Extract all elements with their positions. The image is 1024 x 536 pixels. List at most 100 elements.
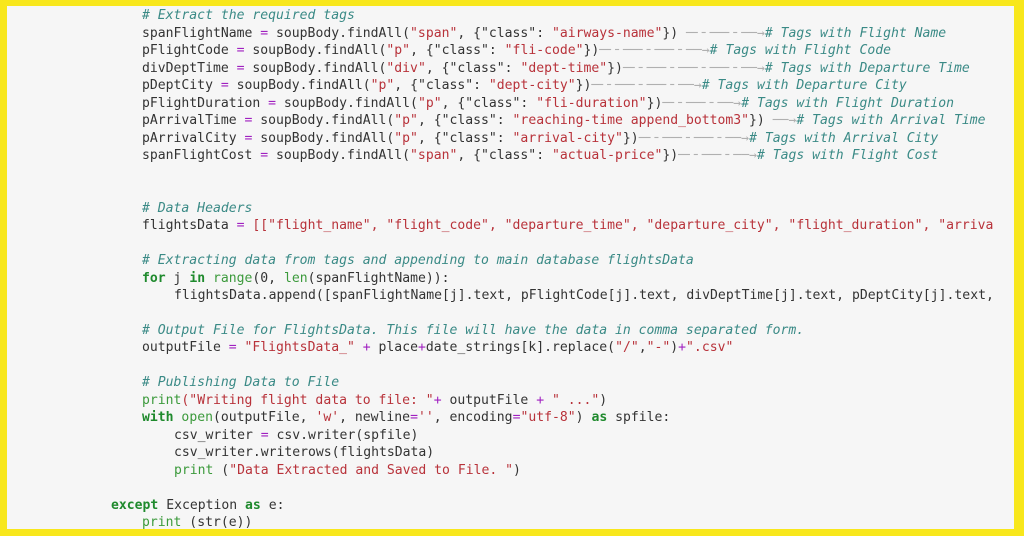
code-token: soupBody.findAll(	[276, 96, 418, 111]
code-token: soupBody.findAll(	[244, 61, 387, 76]
string-literal: "arrival-city"	[512, 131, 623, 146]
code-token: (	[213, 463, 230, 478]
string-literal: "fli-code"	[504, 43, 584, 58]
keyword: as	[591, 410, 608, 425]
code-token: )	[513, 463, 521, 478]
variable-name: outputFile	[142, 340, 229, 355]
code-token: csv_writer	[174, 428, 261, 443]
string-literal: " ..."	[544, 393, 600, 408]
comment-output: # Output File for FlightsData. This file…	[142, 322, 804, 339]
code-token: , {"class":	[410, 43, 505, 58]
operator: +	[417, 340, 426, 355]
comment-publishing: # Publishing Data to File	[142, 374, 339, 391]
print-saved-line: print ("Data Extracted and Saved to File…	[174, 462, 521, 479]
code-token: })	[622, 131, 639, 146]
code-token: j	[165, 271, 190, 286]
comment-extract: # Extract the required tags	[142, 7, 355, 24]
comment-extracting: # Extracting data from tags and appendin…	[142, 252, 694, 269]
keyword: as	[245, 498, 261, 513]
append-line: flightsData.append([spanFlightName[j].te…	[174, 287, 994, 304]
code-token: (spanFlightName)):	[307, 271, 450, 286]
keyword: for	[142, 271, 166, 286]
code-token: , newline	[339, 410, 411, 425]
string-literal: "p"	[417, 96, 442, 111]
builtin: print	[142, 515, 182, 529]
code-token: })	[662, 148, 679, 163]
tag-assignment-line: pArrivalCity = soupBody.findAll("p", {"c…	[142, 130, 938, 147]
builtin: len	[283, 271, 308, 286]
code-comment: # Tags with Arrival Time	[796, 113, 986, 128]
operator: =	[236, 43, 245, 58]
keyword: in	[189, 271, 206, 286]
code-token: , {"class":	[441, 96, 537, 111]
comment-headers: # Data Headers	[142, 200, 252, 217]
operator: =	[236, 61, 245, 76]
string-literal: "div"	[386, 61, 426, 76]
variable-name: pArrivalTime	[142, 113, 245, 128]
code-token: date_strings[k].replace(	[425, 340, 616, 355]
variable-name: spanFlightCost	[142, 148, 261, 163]
code-comment: # Tags with Departure Time	[764, 61, 970, 76]
for-line: for j in range(0, len(spanFlightName)):	[142, 270, 450, 287]
variable-name: divDeptTime	[142, 61, 237, 76]
tab-arrow: ─╴╴──╴╴──→	[678, 148, 757, 163]
with-line: with open(outputFile, 'w', newline='', e…	[142, 409, 670, 426]
code-token: (outputFile,	[212, 410, 316, 425]
code-token: outputFile	[441, 393, 537, 408]
string-literal: "-"	[646, 340, 671, 355]
variable-name: pDeptCity	[142, 78, 221, 93]
string-literal: "span"	[410, 26, 458, 41]
builtin: range	[205, 271, 253, 286]
string-literal: "Data Extracted and Saved to File. "	[229, 463, 513, 478]
code-token: soupBody.findAll(	[252, 113, 395, 128]
operator: =	[268, 96, 277, 111]
code-editor: # Extract the required tags spanFlightNam…	[7, 6, 1014, 529]
string-literal: "p"	[370, 78, 395, 93]
string-literal: "fli-duration"	[536, 96, 647, 111]
code-token: , {"class":	[417, 113, 513, 128]
operator: =	[410, 410, 418, 425]
print-line: print("Writing flight data to file: "+ o…	[142, 392, 607, 409]
string-literal: "p"	[394, 113, 418, 128]
code-token: ,	[638, 340, 647, 355]
operator: =	[236, 218, 245, 233]
operator: =	[260, 148, 269, 163]
tab-arrow: ─╴╴──╴╴──╴╴──→	[638, 131, 750, 146]
keyword: except	[111, 498, 159, 513]
code-token: , {"class":	[417, 131, 513, 146]
code-token: )	[670, 340, 679, 355]
variable-name: spanFlightName	[142, 26, 261, 41]
code-comment: # Tags with Flight Duration	[741, 96, 955, 111]
code-token: })	[662, 26, 679, 41]
string-literal: ("Writing flight data to file: "	[181, 393, 434, 408]
tag-assignment-line: spanFlightCost = soupBody.findAll("span"…	[142, 147, 938, 164]
string-literal: "FlightsData_"	[244, 340, 355, 355]
code-token: soupBody.findAll(	[252, 131, 395, 146]
code-token: , {"class":	[394, 78, 489, 93]
except-line: except Exception as e:	[111, 497, 284, 514]
tag-assignment-line: divDeptTime = soupBody.findAll("div", {"…	[142, 60, 970, 77]
code-token: flightsData.append([spanFlightName[j].te…	[174, 288, 994, 303]
string-literal: "p"	[386, 43, 411, 58]
code-token: csv_writer.writerows(flightsData)	[174, 445, 435, 460]
tab-arrow: ─╴╴──╴╴──→	[662, 96, 742, 111]
csv-writerows-line: csv_writer.writerows(flightsData)	[174, 444, 434, 461]
code-token: , {"class":	[457, 26, 552, 41]
operator: +	[536, 393, 545, 408]
operator: +	[678, 340, 687, 355]
code-token: )	[575, 410, 592, 425]
code-comment: # Tags with Departure City	[701, 78, 907, 93]
tag-assignment-line: pFlightDuration = soupBody.findAll("p", …	[142, 95, 954, 112]
csv-writer-line: csv_writer = csv.writer(spfile)	[174, 427, 418, 444]
code-token: soupBody.findAll(	[228, 78, 371, 93]
operator: =	[260, 26, 269, 41]
builtin: print	[174, 463, 214, 478]
operator: +	[433, 393, 442, 408]
string-literal: "p"	[394, 131, 418, 146]
string-literal: "dept-city"	[488, 78, 576, 93]
string-literal: "span"	[410, 148, 458, 163]
code-token: , {"class":	[425, 61, 521, 76]
code-comment: # Extracting data from tags and appendin…	[142, 253, 694, 268]
code-token: })	[749, 113, 765, 128]
